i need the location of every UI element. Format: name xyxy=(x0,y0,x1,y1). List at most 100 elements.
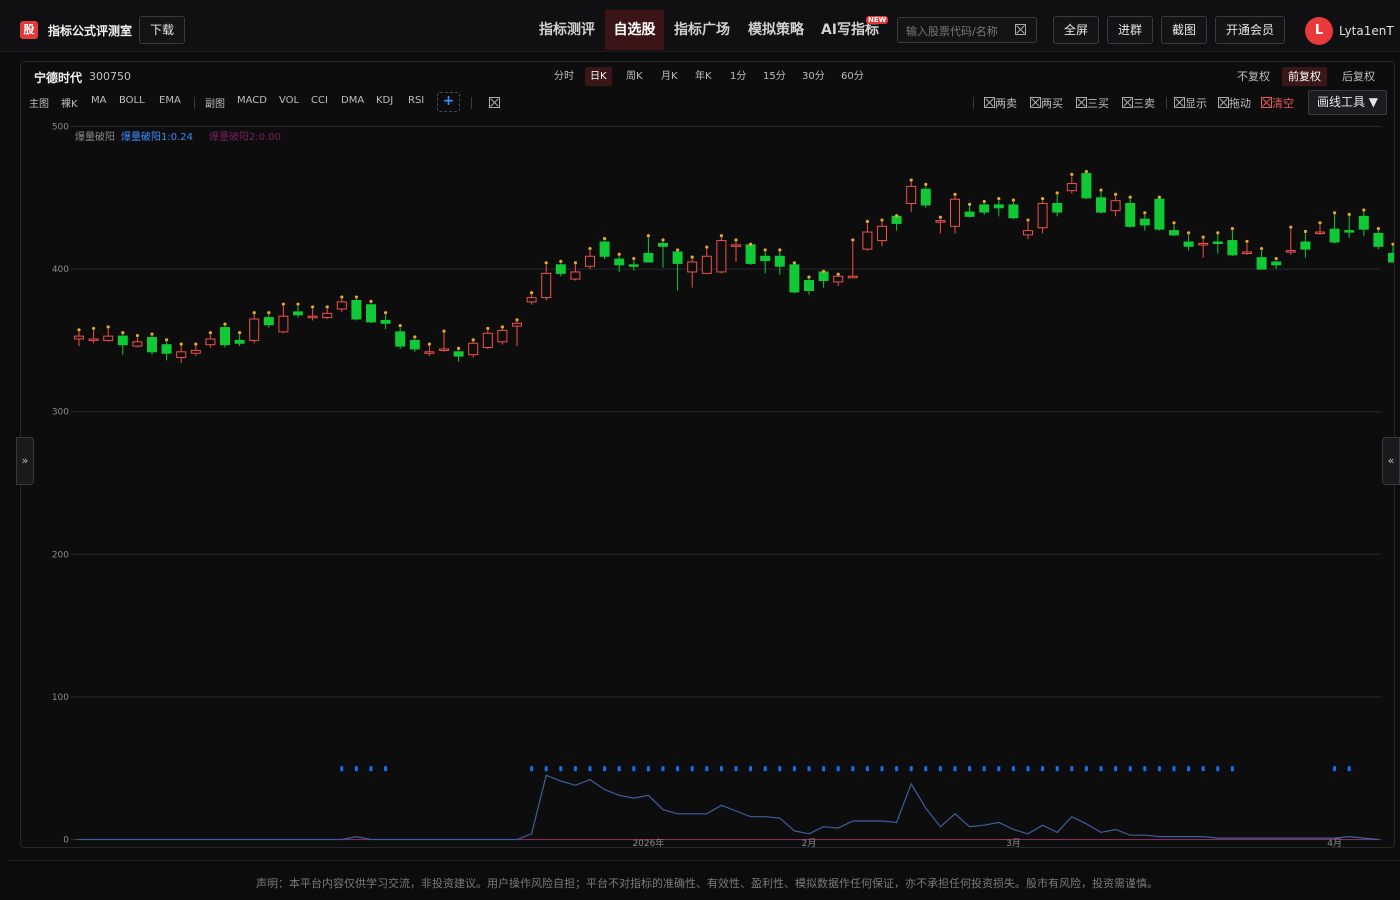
tab-simulated-strategy[interactable]: 模拟策略 xyxy=(742,10,810,50)
high-marker xyxy=(106,325,110,329)
toggle-box-icon[interactable] xyxy=(489,97,500,108)
period-daily[interactable]: 日K xyxy=(585,67,612,86)
candle-body xyxy=(249,318,260,341)
expand-right-panel[interactable]: « xyxy=(1382,437,1400,485)
clear-button[interactable]: 清空 xyxy=(1261,95,1294,111)
tab-watchlist[interactable]: 自选股 xyxy=(605,10,664,50)
period-yearly[interactable]: 年K xyxy=(690,67,717,86)
indicator-ma[interactable]: MA xyxy=(91,95,106,106)
check-label: 拖动 xyxy=(1229,97,1251,110)
signal-dot xyxy=(588,766,592,772)
signal-dot xyxy=(836,766,840,772)
high-marker xyxy=(1216,231,1220,235)
candle-body xyxy=(497,329,508,343)
check-three-sell[interactable]: 三卖 xyxy=(1122,95,1155,111)
indicator-dma[interactable]: DMA xyxy=(341,95,364,106)
signal-dot xyxy=(354,766,358,772)
candle-body xyxy=(263,317,274,326)
high-marker xyxy=(311,305,315,309)
high-marker xyxy=(252,311,256,315)
drawing-tools-dropdown[interactable]: 画线工具 ▼ xyxy=(1308,90,1387,115)
signal-dot xyxy=(1333,766,1337,772)
signal-dot xyxy=(603,766,607,772)
period-1min[interactable]: 1分 xyxy=(725,67,751,86)
high-marker xyxy=(617,252,621,256)
candle-body xyxy=(336,301,347,310)
candle-body xyxy=(1096,197,1106,213)
signal-dot xyxy=(924,766,928,772)
period-15min[interactable]: 15分 xyxy=(758,67,791,86)
period-monthly[interactable]: 月K xyxy=(656,67,683,86)
toolbar-divider xyxy=(194,97,195,109)
check-two-sell[interactable]: 两卖 xyxy=(984,95,1017,111)
high-marker xyxy=(705,245,709,249)
high-marker xyxy=(340,295,344,299)
high-marker xyxy=(749,242,753,246)
signal-dot xyxy=(1070,766,1074,772)
indicator-ema[interactable]: EMA xyxy=(159,95,181,106)
indicator-cci[interactable]: CCI xyxy=(311,95,328,106)
check-label: 两买 xyxy=(1041,97,1063,110)
tab-indicator-review[interactable]: 指标测评 xyxy=(533,10,601,50)
candle-body xyxy=(993,204,1004,209)
stock-search-input[interactable] xyxy=(906,22,1014,40)
candle-body xyxy=(176,351,187,359)
high-marker xyxy=(1201,235,1205,239)
signal-dot xyxy=(632,766,636,772)
period-30min[interactable]: 30分 xyxy=(797,67,830,86)
candle-body xyxy=(585,255,595,267)
check-two-buy[interactable]: 两买 xyxy=(1030,95,1063,111)
add-indicator-button[interactable]: + xyxy=(437,92,460,112)
signal-dot xyxy=(340,766,344,772)
screenshot-button[interactable]: 截图 xyxy=(1161,16,1207,44)
check-drag[interactable]: 拖动 xyxy=(1218,95,1251,111)
username[interactable]: Lyta1enT xyxy=(1339,24,1394,38)
check-three-buy[interactable]: 三买 xyxy=(1076,95,1109,111)
y-tick-label: 400 xyxy=(52,265,69,275)
candle-body xyxy=(1066,183,1077,192)
indicator-vol[interactable]: VOL xyxy=(279,95,299,106)
period-intraday[interactable]: 分时 xyxy=(549,67,579,86)
y-tick-label: 200 xyxy=(52,550,69,560)
download-button[interactable]: 下载 xyxy=(139,16,185,44)
signal-dot xyxy=(1157,766,1161,772)
tab-indicator-square[interactable]: 指标广场 xyxy=(668,10,736,50)
indicator-rsi[interactable]: RSI xyxy=(408,95,424,106)
candle-body xyxy=(745,244,756,264)
indicator-kdj[interactable]: KDJ xyxy=(376,95,393,106)
indicator-macd[interactable]: MACD xyxy=(237,95,267,106)
period-weekly[interactable]: 周K xyxy=(621,67,648,86)
high-marker xyxy=(1303,229,1307,234)
indicator-plain-k[interactable]: 裸K xyxy=(61,95,78,110)
candle-body xyxy=(351,299,362,320)
stock-search xyxy=(897,17,1037,43)
high-marker xyxy=(384,311,388,315)
candle-body xyxy=(555,264,566,274)
adjust-none[interactable]: 不复权 xyxy=(1231,67,1276,86)
expand-left-panel[interactable]: » xyxy=(16,437,34,485)
high-marker xyxy=(851,238,855,242)
candle-body xyxy=(599,241,610,257)
high-marker xyxy=(1289,225,1293,229)
adjust-forward[interactable]: 前复权 xyxy=(1282,67,1327,86)
indicator-boll[interactable]: BOLL xyxy=(119,95,145,106)
candle-body xyxy=(833,275,844,283)
fullscreen-button[interactable]: 全屏 xyxy=(1053,16,1099,44)
check-show[interactable]: 显示 xyxy=(1174,95,1207,111)
user-avatar[interactable]: L xyxy=(1305,17,1333,45)
candle-body xyxy=(774,255,785,267)
high-marker xyxy=(1230,226,1234,231)
period-60min[interactable]: 60分 xyxy=(836,67,869,86)
candle-body xyxy=(818,271,829,282)
candle-body xyxy=(628,264,639,267)
high-marker xyxy=(1114,192,1118,196)
check-label: 三卖 xyxy=(1133,97,1155,110)
high-marker xyxy=(223,322,227,326)
adjust-backward[interactable]: 后复权 xyxy=(1336,67,1381,86)
membership-button[interactable]: 开通会员 xyxy=(1215,16,1285,44)
candlestick-chart[interactable]: 0 100 200 300 400 500 爆量破阳 爆量破阳1:0.24 爆量破阳2:0.00… xyxy=(21,118,1394,848)
checkbox-icon xyxy=(1174,97,1185,108)
high-marker xyxy=(486,326,490,331)
join-group-button[interactable]: 进群 xyxy=(1107,16,1153,44)
search-clear-icon[interactable] xyxy=(1015,24,1026,35)
